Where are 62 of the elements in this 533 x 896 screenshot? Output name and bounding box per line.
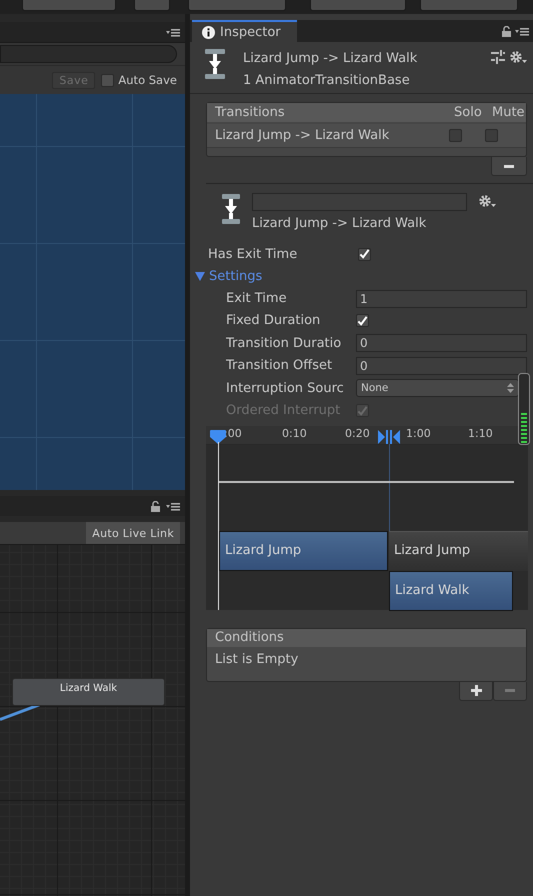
property-label: Transition Duratio [226, 336, 342, 351]
transition-handles-icon[interactable] [378, 430, 400, 444]
column-header: Solo [454, 105, 483, 120]
settings-foldout[interactable]: Settings [190, 265, 275, 288]
lock-icon[interactable] [502, 26, 511, 36]
transition-row[interactable]: Lizard Jump -> Lizard Walk [207, 124, 526, 148]
menu-icon[interactable] [166, 28, 180, 36]
clip-bar[interactable]: Lizard Jump [389, 530, 528, 571]
settings-icon[interactable] [478, 194, 496, 208]
time-label: 0:10 [282, 426, 307, 440]
auto-live-link-button[interactable]: Auto Live Link [86, 522, 180, 544]
remove-button[interactable] [491, 157, 527, 176]
property-label: Has Exit Time [208, 246, 298, 262]
inspector-tab[interactable]: Inspector [192, 20, 297, 42]
object-title: Lizard Jump -> Lizard Walk [243, 50, 418, 68]
auto-save-label: Auto Save [118, 73, 177, 87]
time-label: 1:10 [468, 426, 493, 440]
property-label: Interruption Sourc [226, 380, 345, 396]
value-field[interactable]: 0 [356, 356, 527, 375]
time-label: 1:00 [406, 426, 431, 440]
updown-icon [507, 383, 514, 394]
dropdown[interactable]: None [356, 379, 519, 398]
playhead-icon[interactable] [210, 430, 226, 444]
object-subtitle: 1 AnimatorTransitionBase [243, 72, 411, 90]
property-label: Fixed Duration [226, 313, 322, 328]
transition-label: Lizard Jump -> Lizard Walk [252, 216, 428, 231]
search-field[interactable] [0, 45, 177, 63]
property-label: Transition Offset [226, 358, 334, 374]
transition-name: Lizard Jump -> Lizard Walk [215, 128, 390, 143]
clip-bar[interactable]: Lizard Walk [389, 570, 513, 611]
mute-checkbox[interactable] [485, 129, 498, 142]
solo-checkbox[interactable] [449, 129, 462, 142]
add-button[interactable] [459, 682, 493, 701]
list-header: Conditions [207, 628, 526, 647]
preset-icon[interactable] [491, 50, 505, 64]
time-label: :00 [224, 426, 242, 440]
transition-icon [221, 193, 241, 225]
property-checkbox[interactable] [356, 314, 369, 328]
triangle-icon [195, 272, 205, 281]
tab-label: Inspector [220, 24, 281, 40]
menu-icon[interactable] [166, 502, 180, 510]
minus-icon [504, 164, 514, 168]
value-field[interactable]: 1 [356, 290, 527, 308]
info-icon [202, 26, 215, 38]
meter-icon[interactable] [518, 372, 530, 445]
has-exit-time-checkbox[interactable] [358, 248, 371, 261]
menu-icon[interactable] [515, 26, 529, 36]
clip-bar[interactable]: Lizard Jump [219, 530, 388, 571]
settings-icon[interactable] [509, 50, 527, 64]
property-label: Exit Time [226, 291, 288, 306]
column-header: Mute [492, 105, 526, 120]
time-label: 0:20 [345, 426, 370, 440]
column-header: Transitions [215, 105, 286, 120]
empty-message: List is Empty [214, 650, 300, 667]
value-field[interactable]: 0 [356, 334, 527, 352]
minus-icon [505, 689, 515, 692]
state-node[interactable]: Lizard Walk [12, 678, 165, 706]
auto-save-checkbox[interactable] [101, 74, 114, 86]
lock-icon[interactable] [151, 500, 160, 512]
transition-icon [204, 48, 226, 80]
transition-line [0, 703, 40, 721]
plus-icon [470, 685, 482, 696]
